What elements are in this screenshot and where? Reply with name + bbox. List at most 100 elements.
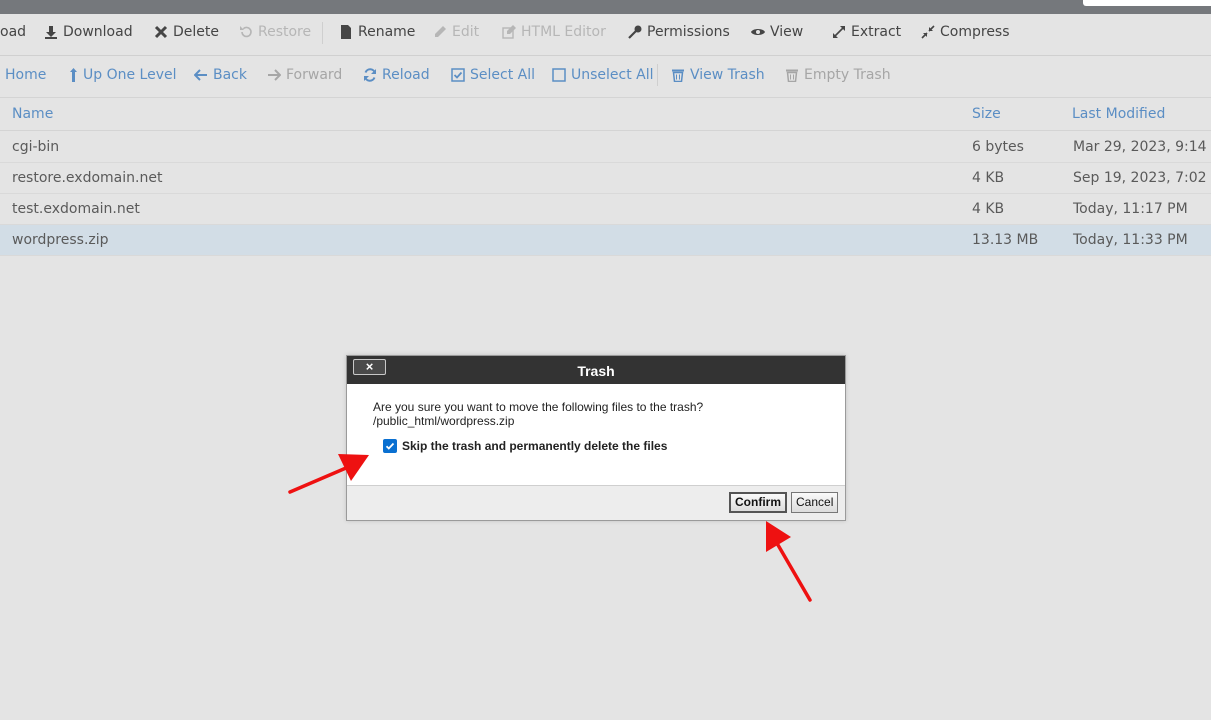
search-box-edge[interactable] (1083, 0, 1211, 6)
forward-button[interactable]: Forward (267, 56, 342, 93)
file-size: 6 bytes (972, 139, 1024, 155)
level-up-icon (69, 67, 78, 82)
delete-label: Delete (173, 24, 219, 40)
checkmark-icon (385, 442, 395, 450)
forward-label: Forward (286, 66, 343, 83)
delete-button[interactable]: Delete (154, 14, 219, 50)
checkbox-empty-icon (552, 67, 566, 82)
back-label: Back (213, 66, 247, 83)
select-all-button[interactable]: Select All (451, 56, 535, 93)
top-header-strip (0, 0, 1211, 14)
reload-button[interactable]: Reload (363, 56, 430, 93)
pencil-icon (433, 25, 447, 39)
toolbar-divider (657, 64, 658, 86)
table-row[interactable]: test.exdomain.net 4 KB Today, 11:17 PM (0, 194, 1211, 225)
file-modified: Sep 19, 2023, 7:02 PM (1073, 170, 1211, 186)
reload-icon (363, 67, 377, 82)
checkbox-checked-icon (451, 67, 465, 82)
action-toolbar: oad Download Delete Restore Rename Edit … (0, 14, 1211, 50)
file-size: 4 KB (972, 201, 1005, 217)
file-size: 13.13 MB (972, 232, 1039, 248)
skip-trash-checkbox[interactable] (383, 439, 397, 453)
toolbar-divider (322, 22, 323, 44)
empty-trash-label: Empty Trash (804, 66, 891, 83)
trash-icon (785, 68, 799, 82)
table-row[interactable]: restore.exdomain.net 4 KB Sep 19, 2023, … (0, 163, 1211, 194)
cancel-button[interactable]: Cancel (791, 492, 839, 513)
home-label: Home (5, 66, 47, 83)
permissions-button[interactable]: Permissions (628, 14, 730, 50)
dialog-message: Are you sure you want to move the follow… (373, 400, 704, 414)
home-button[interactable]: Home (5, 56, 46, 93)
view-trash-button[interactable]: View Trash (671, 56, 765, 93)
file-icon (339, 25, 353, 39)
arrow-left-icon (194, 68, 208, 82)
download-icon (44, 25, 58, 39)
table-row-selected[interactable]: wordpress.zip 13.13 MB Today, 11:33 PM (0, 225, 1211, 256)
column-header-last-modified[interactable]: Last Modified (1072, 106, 1165, 122)
file-modified: Mar 29, 2023, 9:14 AM (1073, 139, 1211, 155)
html-editor-button[interactable]: HTML Editor (502, 14, 606, 50)
arrow-to-confirm (766, 521, 812, 602)
download-label: Download (63, 24, 133, 40)
column-header-size[interactable]: Size (972, 106, 1001, 122)
file-table-header: Name Size Last Modified (0, 97, 1211, 131)
download-button[interactable]: Download (44, 14, 133, 50)
permissions-label: Permissions (647, 24, 730, 40)
view-button[interactable]: View (751, 14, 803, 50)
extract-button[interactable]: Extract (832, 14, 901, 50)
unselect-all-label: Unselect All (571, 66, 654, 83)
close-icon (154, 25, 168, 39)
view-trash-label: View Trash (690, 66, 765, 83)
column-header-name[interactable]: Name (12, 106, 53, 122)
skip-trash-label: Skip the trash and permanently delete th… (402, 439, 668, 453)
unselect-all-button[interactable]: Unselect All (552, 56, 654, 93)
trash-dialog: × Trash Are you sure you want to move th… (346, 355, 846, 521)
upload-button[interactable]: oad (0, 14, 26, 50)
dialog-body: Are you sure you want to move the follow… (347, 384, 845, 485)
skip-trash-option[interactable]: Skip the trash and permanently delete th… (383, 439, 667, 453)
edit-label: Edit (452, 24, 480, 40)
eye-icon (751, 25, 765, 39)
reload-label: Reload (382, 66, 430, 83)
up-one-level-button[interactable]: Up One Level (69, 56, 177, 93)
dialog-title: Trash (577, 363, 615, 379)
file-name: cgi-bin (12, 139, 60, 155)
back-button[interactable]: Back (194, 56, 247, 93)
upload-label: oad (0, 24, 27, 40)
edit-button[interactable]: Edit (433, 14, 479, 50)
expand-icon (832, 25, 846, 39)
restore-button[interactable]: Restore (239, 14, 311, 50)
file-modified: Today, 11:17 PM (1073, 201, 1188, 217)
trash-icon (671, 68, 685, 82)
extract-label: Extract (851, 24, 902, 40)
confirm-button[interactable]: Confirm (729, 492, 787, 513)
empty-trash-button[interactable]: Empty Trash (785, 56, 891, 93)
rename-label: Rename (358, 24, 416, 40)
arrow-right-icon (267, 68, 281, 82)
restore-label: Restore (258, 24, 312, 40)
navigation-toolbar: Home Up One Level Back Forward Reload Se… (0, 55, 1211, 93)
restore-icon (239, 25, 253, 39)
file-name: wordpress.zip (12, 232, 109, 248)
file-size: 4 KB (972, 170, 1005, 186)
dialog-footer: Confirm Cancel (347, 485, 845, 520)
table-row[interactable]: cgi-bin 6 bytes Mar 29, 2023, 9:14 AM (0, 132, 1211, 163)
dialog-titlebar: × Trash (347, 356, 845, 384)
html-editor-label: HTML Editor (521, 24, 606, 40)
file-name: restore.exdomain.net (12, 170, 163, 186)
file-modified: Today, 11:33 PM (1073, 232, 1188, 248)
key-icon (628, 25, 642, 39)
compress-icon (921, 25, 935, 39)
up-one-level-label: Up One Level (83, 66, 177, 83)
view-label: View (770, 24, 804, 40)
close-icon: × (365, 359, 374, 374)
dialog-close-button[interactable]: × (353, 359, 386, 375)
compress-button[interactable]: Compress (921, 14, 1010, 50)
rename-button[interactable]: Rename (339, 14, 415, 50)
select-all-label: Select All (470, 66, 535, 83)
compress-label: Compress (940, 24, 1010, 40)
edit-square-icon (502, 25, 516, 39)
dialog-file-path: /public_html/wordpress.zip (373, 414, 515, 428)
file-name: test.exdomain.net (12, 201, 140, 217)
